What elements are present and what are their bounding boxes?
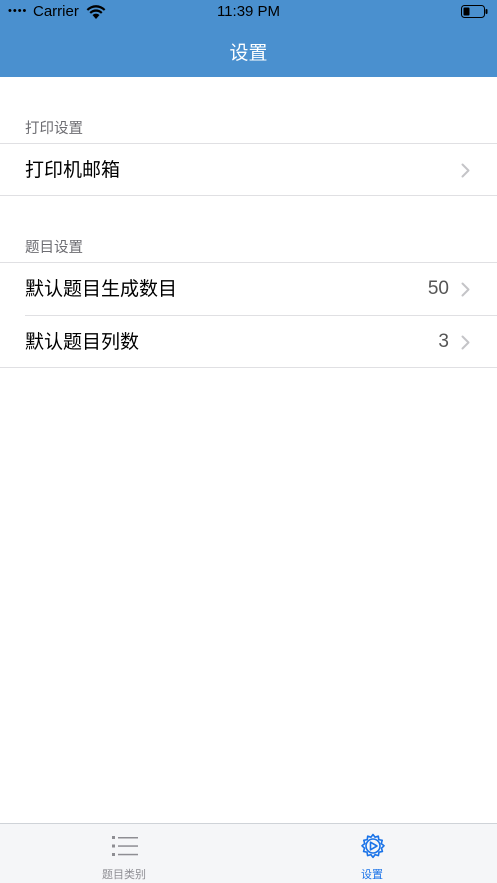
chevron-right-icon [461, 282, 470, 297]
printer-email-row[interactable]: 打印机邮箱 [0, 144, 497, 196]
battery-icon [461, 5, 488, 18]
settings-gear-icon [361, 833, 385, 859]
chevron-right-icon [461, 163, 470, 178]
row-value: 3 [438, 331, 449, 352]
row-label: 默认题目生成数目 [25, 278, 178, 300]
default-question-count-row[interactable]: 默认题目生成数目 50 [0, 263, 497, 315]
navigation-header: •••• Carrier 11:39 PM 设置 [0, 0, 497, 77]
status-time: 11:39 PM [216, 3, 281, 20]
status-bar: •••• Carrier 11:39 PM [0, 0, 497, 24]
default-column-count-row[interactable]: 默认题目列数 3 [0, 316, 497, 368]
chevron-right-icon [461, 335, 470, 350]
section-header-questions: 题目设置 [25, 240, 83, 256]
row-label: 打印机邮箱 [25, 159, 121, 181]
row-value: 50 [427, 278, 449, 299]
section-header-print: 打印设置 [25, 121, 83, 137]
list-icon [112, 836, 138, 856]
tab-bar: 题目类别 设置 [0, 823, 497, 883]
tab-settings[interactable]: 设置 [248, 824, 496, 883]
tab-question-categories[interactable]: 题目类别 [0, 824, 248, 883]
page-title: 设置 [229, 42, 268, 64]
tab-label: 题目类别 [102, 868, 146, 881]
divider [0, 195, 497, 196]
row-label: 默认题目列数 [25, 331, 140, 353]
tab-label: 设置 [361, 868, 383, 881]
divider [0, 367, 497, 368]
